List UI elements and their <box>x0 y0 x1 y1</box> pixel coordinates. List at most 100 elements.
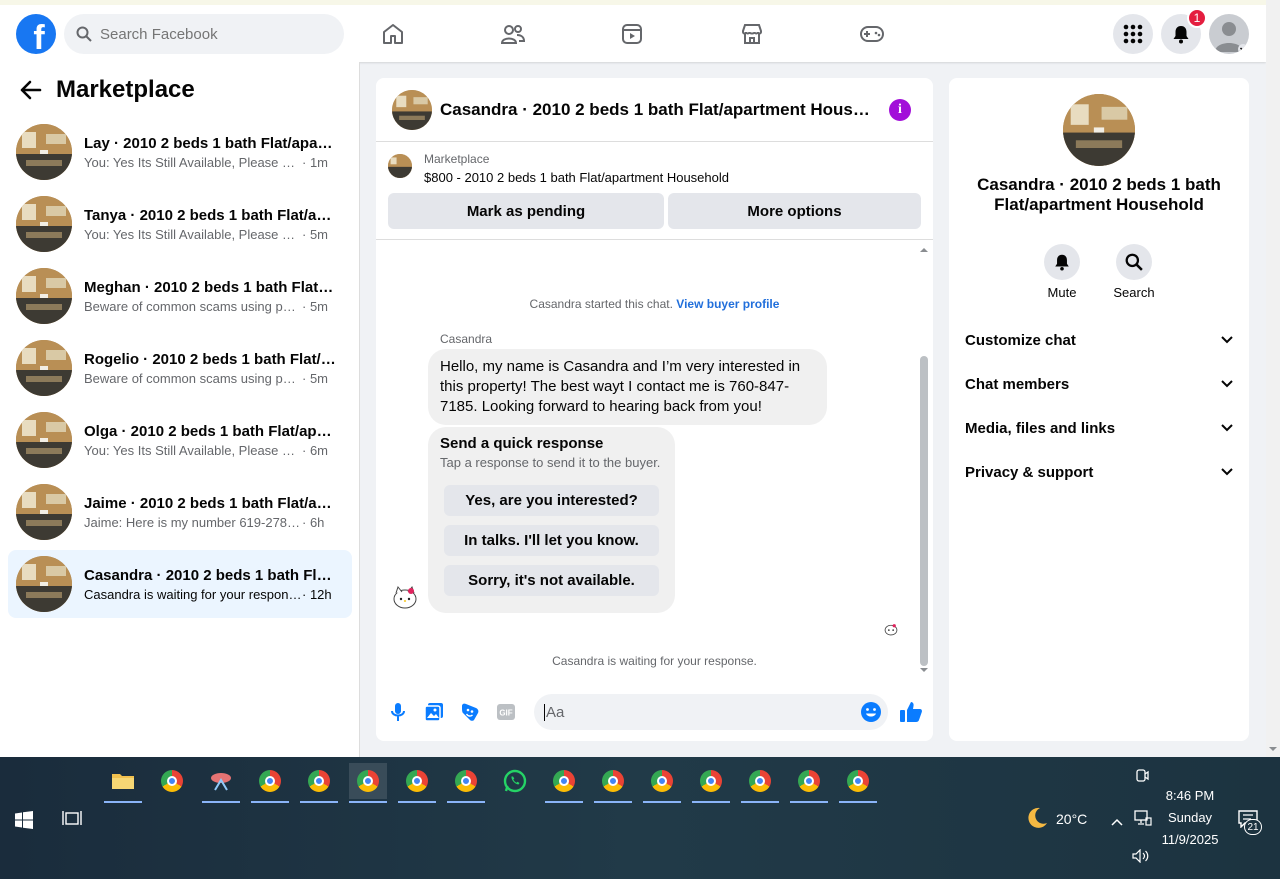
conversation-item[interactable]: Tanya · 2010 2 beds 1 bath Flat/apartmen… <box>8 190 352 258</box>
search-box[interactable] <box>64 14 344 54</box>
buyer-avatar[interactable] <box>392 584 418 610</box>
windows-start-icon[interactable] <box>15 811 33 829</box>
chat-title[interactable]: Casandra · 2010 2 beds 1 bath Flat/apart… <box>440 100 870 120</box>
conversation-preview: Beware of common scams using payment app… <box>84 298 302 314</box>
conversation-item[interactable]: Jaime · 2010 2 beds 1 bath Flat/apartmen… <box>8 478 352 546</box>
conversation-preview: Beware of common scams using payment app… <box>84 370 302 386</box>
listing-thumbnail[interactable] <box>388 154 412 178</box>
chat-started-notice: Casandra started this chat. View buyer p… <box>376 297 933 311</box>
customize-chat-section[interactable]: Customize chat <box>965 322 1233 358</box>
conversation-thumbnail <box>16 124 72 180</box>
conversation-item[interactable]: Lay · 2010 2 beds 1 bath Flat/apartment … <box>8 118 352 186</box>
profile-avatar[interactable] <box>1209 14 1249 54</box>
chrome-profile-icon[interactable] <box>643 763 681 803</box>
weather-temperature[interactable]: 20°C <box>1056 811 1087 827</box>
chat-header: Casandra · 2010 2 beds 1 bath Flat/apart… <box>376 78 933 142</box>
view-buyer-profile-link[interactable]: View buyer profile <box>676 297 779 311</box>
scroll-down-arrow-icon[interactable] <box>919 666 929 674</box>
search-in-chat-button[interactable]: Search <box>1104 244 1164 300</box>
facebook-logo[interactable]: f <box>16 14 56 54</box>
photo-icon[interactable] <box>422 700 446 724</box>
chat-listing-thumbnail[interactable] <box>392 89 432 130</box>
mute-button[interactable]: Mute <box>1032 244 1092 300</box>
quick-reply-not-available[interactable]: Sorry, it's not available. <box>444 565 659 596</box>
chrome-profile-icon[interactable] <box>349 763 387 803</box>
notifications-button[interactable]: 1 <box>1161 8 1207 54</box>
conversation-title: Tanya · 2010 2 beds 1 bath Flat/apartmen… <box>84 206 336 224</box>
conversation-item[interactable]: Casandra · 2010 2 beds 1 bath Flat/apart… <box>8 550 352 618</box>
mark-as-pending-button[interactable]: Mark as pending <box>388 193 664 229</box>
network-icon[interactable] <box>1134 810 1152 831</box>
privacy-support-section[interactable]: Privacy & support <box>965 454 1233 490</box>
snipping-tool-icon[interactable] <box>202 763 240 803</box>
chevron-down-icon <box>1221 424 1233 432</box>
clock-date[interactable]: 11/9/2025 <box>1160 832 1220 847</box>
chrome-profile-icon[interactable] <box>300 763 338 803</box>
conversation-item[interactable]: Rogelio · 2010 2 beds 1 bath Flat/apartm… <box>8 334 352 402</box>
quick-reply-yes[interactable]: Yes, are you interested? <box>444 485 659 516</box>
default-avatar-icon <box>1215 22 1248 54</box>
microphone-icon[interactable] <box>386 700 410 724</box>
page-scrollbar[interactable] <box>1266 0 1280 757</box>
clock-time[interactable]: 8:46 PM <box>1160 788 1220 803</box>
emoji-icon[interactable] <box>860 701 882 723</box>
watch-icon[interactable] <box>612 14 652 54</box>
chat-members-section[interactable]: Chat members <box>965 366 1233 402</box>
conversation-preview: Casandra is waiting for your response. <box>84 586 302 602</box>
gif-icon[interactable]: GIF <box>494 700 518 724</box>
file-explorer-icon[interactable] <box>104 763 142 803</box>
customize-chat-label: Customize chat <box>965 331 1076 349</box>
conversation-title: Jaime · 2010 2 beds 1 bath Flat/apartmen… <box>84 494 336 512</box>
conversation-preview: You: Yes Its Still Available, Please Sen… <box>84 226 302 242</box>
chrome-profile-icon[interactable] <box>447 763 485 803</box>
chrome-profile-icon[interactable] <box>545 763 583 803</box>
search-input[interactable] <box>100 25 320 43</box>
weather-moon-icon[interactable] <box>1025 806 1049 835</box>
conversation-sidebar: Marketplace Lay · 2010 2 beds 1 bath Fla… <box>0 62 360 757</box>
like-thumbs-up-icon[interactable] <box>898 700 924 724</box>
chat-scrollbar[interactable] <box>919 246 929 674</box>
chrome-profile-icon[interactable] <box>790 763 828 803</box>
chrome-profile-icon[interactable] <box>594 763 632 803</box>
chat-window: Casandra · 2010 2 beds 1 bath Flat/apart… <box>376 78 933 741</box>
conversation-thumbnail <box>16 268 72 324</box>
sticker-icon[interactable] <box>458 700 482 724</box>
chrome-icon[interactable] <box>153 763 191 799</box>
back-arrow-icon[interactable] <box>20 80 42 100</box>
conversation-title: Casandra · 2010 2 beds 1 bath Flat/apart… <box>84 566 336 584</box>
volume-icon[interactable] <box>1132 848 1150 868</box>
task-view-icon[interactable] <box>62 809 82 829</box>
panel-listing-image[interactable] <box>1063 94 1135 166</box>
conversation-item[interactable]: Olga · 2010 2 beds 1 bath Flat/apartment… <box>8 406 352 474</box>
whatsapp-icon[interactable] <box>496 763 534 799</box>
friends-icon[interactable] <box>493 14 533 54</box>
scroll-up-arrow-icon[interactable] <box>919 246 929 254</box>
meet-now-icon[interactable] <box>1135 769 1149 790</box>
marketplace-icon[interactable] <box>732 14 772 54</box>
scroll-down-arrow-icon[interactable] <box>1268 745 1278 753</box>
show-hidden-icons-chevron-icon[interactable] <box>1111 813 1123 831</box>
listing-price-title[interactable]: $800 - 2010 2 beds 1 bath Flat/apartment… <box>424 170 729 185</box>
chrome-profile-icon[interactable] <box>839 763 877 803</box>
chrome-profile-icon[interactable] <box>398 763 436 803</box>
chrome-profile-icon[interactable] <box>251 763 289 803</box>
conversation-preview: Jaime: Here is my number 619-278-9... <box>84 514 302 530</box>
action-center-badge: 21 <box>1244 819 1262 835</box>
info-icon[interactable]: i <box>889 99 911 121</box>
action-center-icon[interactable]: 21 <box>1238 810 1266 835</box>
home-icon[interactable] <box>373 14 413 54</box>
more-options-button[interactable]: More options <box>668 193 921 229</box>
message-input[interactable]: Aa <box>534 694 888 730</box>
scrollbar-thumb[interactable] <box>920 356 928 666</box>
clock-day[interactable]: Sunday <box>1160 810 1220 825</box>
chrome-profile-icon[interactable] <box>692 763 730 803</box>
media-files-links-section[interactable]: Media, files and links <box>965 410 1233 446</box>
top-navigation-bar: f 1 <box>0 0 1266 62</box>
panel-title: Casandra · 2010 2 beds 1 bath Flat/apart… <box>977 175 1221 214</box>
sidebar-title: Marketplace <box>56 76 195 103</box>
menu-button[interactable] <box>1113 14 1153 54</box>
conversation-item[interactable]: Meghan · 2010 2 beds 1 bath Flat/apartme… <box>8 262 352 330</box>
quick-reply-in-talks[interactable]: In talks. I'll let you know. <box>444 525 659 556</box>
gaming-icon[interactable] <box>852 14 892 54</box>
chrome-profile-icon[interactable] <box>741 763 779 803</box>
